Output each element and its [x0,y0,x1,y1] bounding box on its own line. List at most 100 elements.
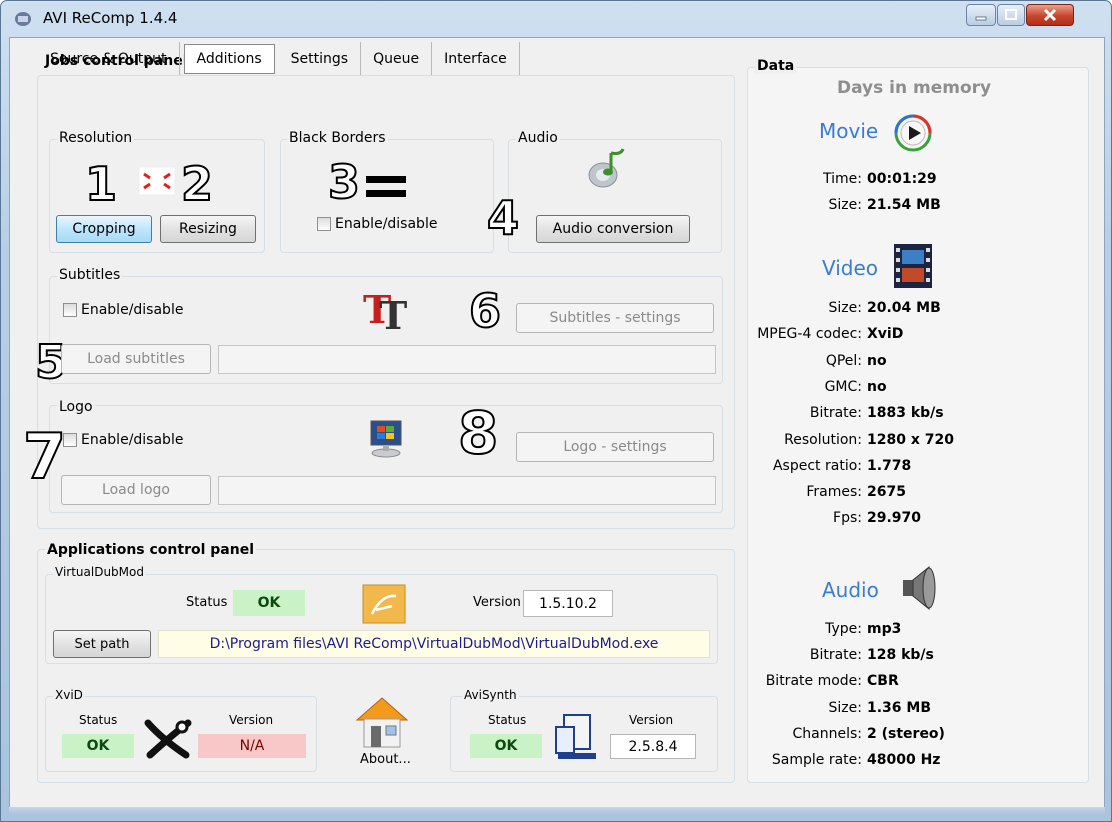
logo-enable-label: Enable/disable [81,432,184,448]
movie-row-value: 00:01:29 [867,171,937,187]
avisynth-label: AviSynth [462,688,519,702]
close-button[interactable] [1026,4,1074,26]
cropping-button[interactable]: Cropping [56,215,152,243]
subtitles-checkbox[interactable]: Enable/disable [63,302,183,318]
video-row-value: 1883 kb/s [867,405,944,422]
tab-settings[interactable]: Settings [279,42,362,76]
audio-row-3: Size: 1.36 MB [741,700,1086,716]
maximize-button[interactable] [997,4,1025,26]
svg-text:T: T [379,293,407,331]
video-row-value: XviD [867,326,904,343]
app-window: AVI ReComp 1.4.4 Jobs control panel Sour… [0,0,1112,822]
marker-8: 8 [457,399,499,467]
close-icon [1043,8,1057,22]
tab-additions[interactable]: Additions [183,44,275,74]
movie-row-value: 21.54 MB [867,197,941,213]
video-row-6: Aspect ratio: 1.778 [741,458,1086,474]
xvid-logo-icon [144,719,192,759]
logo-path-field[interactable] [218,476,716,505]
video-row-label: MPEG-4 codec: [757,326,862,343]
maximize-icon [1005,9,1017,20]
marker-3: 3 [327,155,361,209]
audio-row-value: 2 (stereo) [867,725,945,742]
audio-row-1: Bitrate: 128 kb/s [741,647,1086,663]
vdm-path-field[interactable]: D:\Program files\AVI ReComp\VirtualDubMo… [158,630,710,658]
video-row-value: 1280 x 720 [867,431,954,448]
audio-row-value: CBR [867,673,899,690]
marker-2: 2 [180,157,214,211]
video-row-4: Bitrate: 1883 kb/s [741,405,1086,421]
audio-row-value: 48000 Hz [867,752,941,768]
black-borders-icon [366,176,406,197]
window-title: AVI ReComp 1.4.4 [43,9,178,27]
house-icon[interactable] [353,694,411,750]
apps-panel-title: Applications control panel [45,542,257,558]
checkbox-box [63,433,77,447]
title-bar[interactable]: AVI ReComp 1.4.4 [1,1,1111,37]
audio-row-label: Sample rate: [771,752,862,768]
resolution-label: Resolution [57,130,135,146]
tab-interface[interactable]: Interface [432,42,520,76]
avisynth-icon [555,714,596,759]
vdm-version-value: 1.5.10.2 [523,590,613,617]
avisynth-status-label: Status [488,713,527,727]
checkbox-box [63,303,77,317]
xvid-status-label: Status [79,713,118,727]
audio-note-icon [588,148,625,188]
audio-row-2: Bitrate mode: CBR [741,673,1086,689]
speaker-icon [903,565,936,611]
video-row-value: no [867,378,887,395]
video-row-label: QPel: [825,352,862,369]
avisynth-version-label: Version [629,713,674,727]
about-link[interactable]: About... [360,752,411,767]
subtitles-path-field[interactable] [218,345,716,374]
video-row-2: QPel: no [741,353,1086,369]
audio-row-0: Type: mp3 [741,621,1086,637]
days-in-memory-heading: Days in memory [837,78,992,98]
tab-source-output[interactable]: Source & Output [38,42,180,76]
logo-checkbox[interactable]: Enable/disable [63,432,183,448]
video-row-value: 2675 [867,484,906,501]
xvid-status-value: OK [62,734,134,758]
subtitles-settings-button[interactable]: Subtitles - settings [516,303,714,333]
audio-row-label: Channels: [792,725,863,742]
black-borders-label: Black Borders [287,130,388,146]
xvid-version-label: Version [229,713,274,727]
logo-settings-button[interactable]: Logo - settings [516,432,714,462]
movie-row-1: Size: 21.54 MB [741,197,1086,213]
play-icon [894,114,932,152]
subtitles-label: Subtitles [57,267,123,283]
film-icon [894,244,932,288]
audio-row-label: Bitrate mode: [765,673,862,690]
video-row-1: MPEG-4 codec: XviD [741,326,1086,342]
load-logo-button[interactable]: Load logo [61,475,211,505]
set-path-button[interactable]: Set path [53,630,151,658]
video-row-label: Bitrate: [809,405,862,422]
checkbox-box [317,217,331,231]
vdm-version-label: Version [473,595,521,610]
video-row-value: 20.04 MB [867,300,941,316]
app-icon [15,12,31,26]
virtualdubmod-icon [362,584,406,624]
minimize-button[interactable] [966,4,996,26]
vdm-status-value: OK [233,590,305,616]
resizing-button[interactable]: Resizing [160,215,256,243]
black-borders-enable-label: Enable/disable [335,216,438,232]
subtitles-enable-label: Enable/disable [81,302,184,318]
jobs-tabs: Source & Output Additions Settings Queue… [38,42,520,76]
subtitles-tt-icon: T T [363,287,407,331]
video-row-0: Size: 20.04 MB [741,300,1086,316]
black-borders-checkbox[interactable]: Enable/disable [317,216,437,232]
marker-6: 6 [468,284,502,338]
audio-row-label: Type: [825,621,862,637]
load-subtitles-button[interactable]: Load subtitles [61,344,211,374]
audio-section-title: Audio [822,578,879,602]
crop-icon [138,166,176,196]
video-row-value: no [867,352,887,369]
marker-4: 4 [486,191,520,245]
audio-conversion-button[interactable]: Audio conversion [536,215,690,243]
avisynth-status-value: OK [470,734,542,758]
tab-queue[interactable]: Queue [361,42,433,76]
audio-row-value: 128 kb/s [867,647,934,664]
logo-label: Logo [57,399,95,415]
